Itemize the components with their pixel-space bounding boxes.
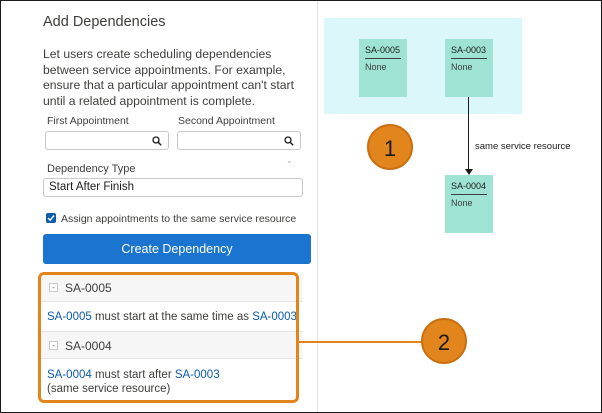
checkbox-checked-icon [47,215,55,222]
search-icon[interactable] [152,136,162,146]
arrow-head-icon [465,169,473,175]
second-appointment-label: Second Appointment [178,115,275,127]
same-resource-checkbox[interactable] [46,213,56,223]
screenshot-frame: Add Dependencies Let users create schedu… [0,0,602,413]
card-divider [451,58,487,59]
card-divider [451,194,487,195]
appointment-card-value: None [451,62,473,72]
dependency-arrow [468,97,469,171]
same-resource-label: Assign appointments to the same service … [61,213,297,225]
callout-badge-1: 1 [367,124,413,170]
first-appointment-label: First Appointment [47,115,129,127]
appointment-card[interactable]: SA-0004 None [445,175,493,233]
appointment-card-id: SA-0004 [451,181,487,191]
search-icon[interactable] [284,136,294,146]
appointment-card-value: None [365,62,387,72]
appointment-card[interactable]: SA-0005 None [359,39,407,97]
panel-description: Let users create scheduling dependencies… [43,47,294,108]
appointment-card-value: None [451,198,473,208]
callout-badge-2: 2 [421,318,467,364]
card-divider [365,58,401,59]
panel-title: Add Dependencies [43,14,166,30]
dependency-type-select[interactable]: Start After Finish [43,178,303,197]
create-dependency-button[interactable]: Create Dependency [43,234,311,264]
chevron-down-icon: ⌄ [286,156,293,165]
dependency-list-highlight [38,272,299,403]
dependency-type-label: Dependency Type [47,163,136,175]
appointment-card[interactable]: SA-0003 None [445,39,493,97]
first-appointment-input[interactable] [45,131,169,150]
appointment-card-id: SA-0003 [451,45,487,55]
callout-connector [299,341,421,343]
arrow-label: same service resource [475,141,571,152]
appointment-card-id: SA-0005 [365,45,401,55]
second-appointment-input[interactable] [177,131,301,150]
